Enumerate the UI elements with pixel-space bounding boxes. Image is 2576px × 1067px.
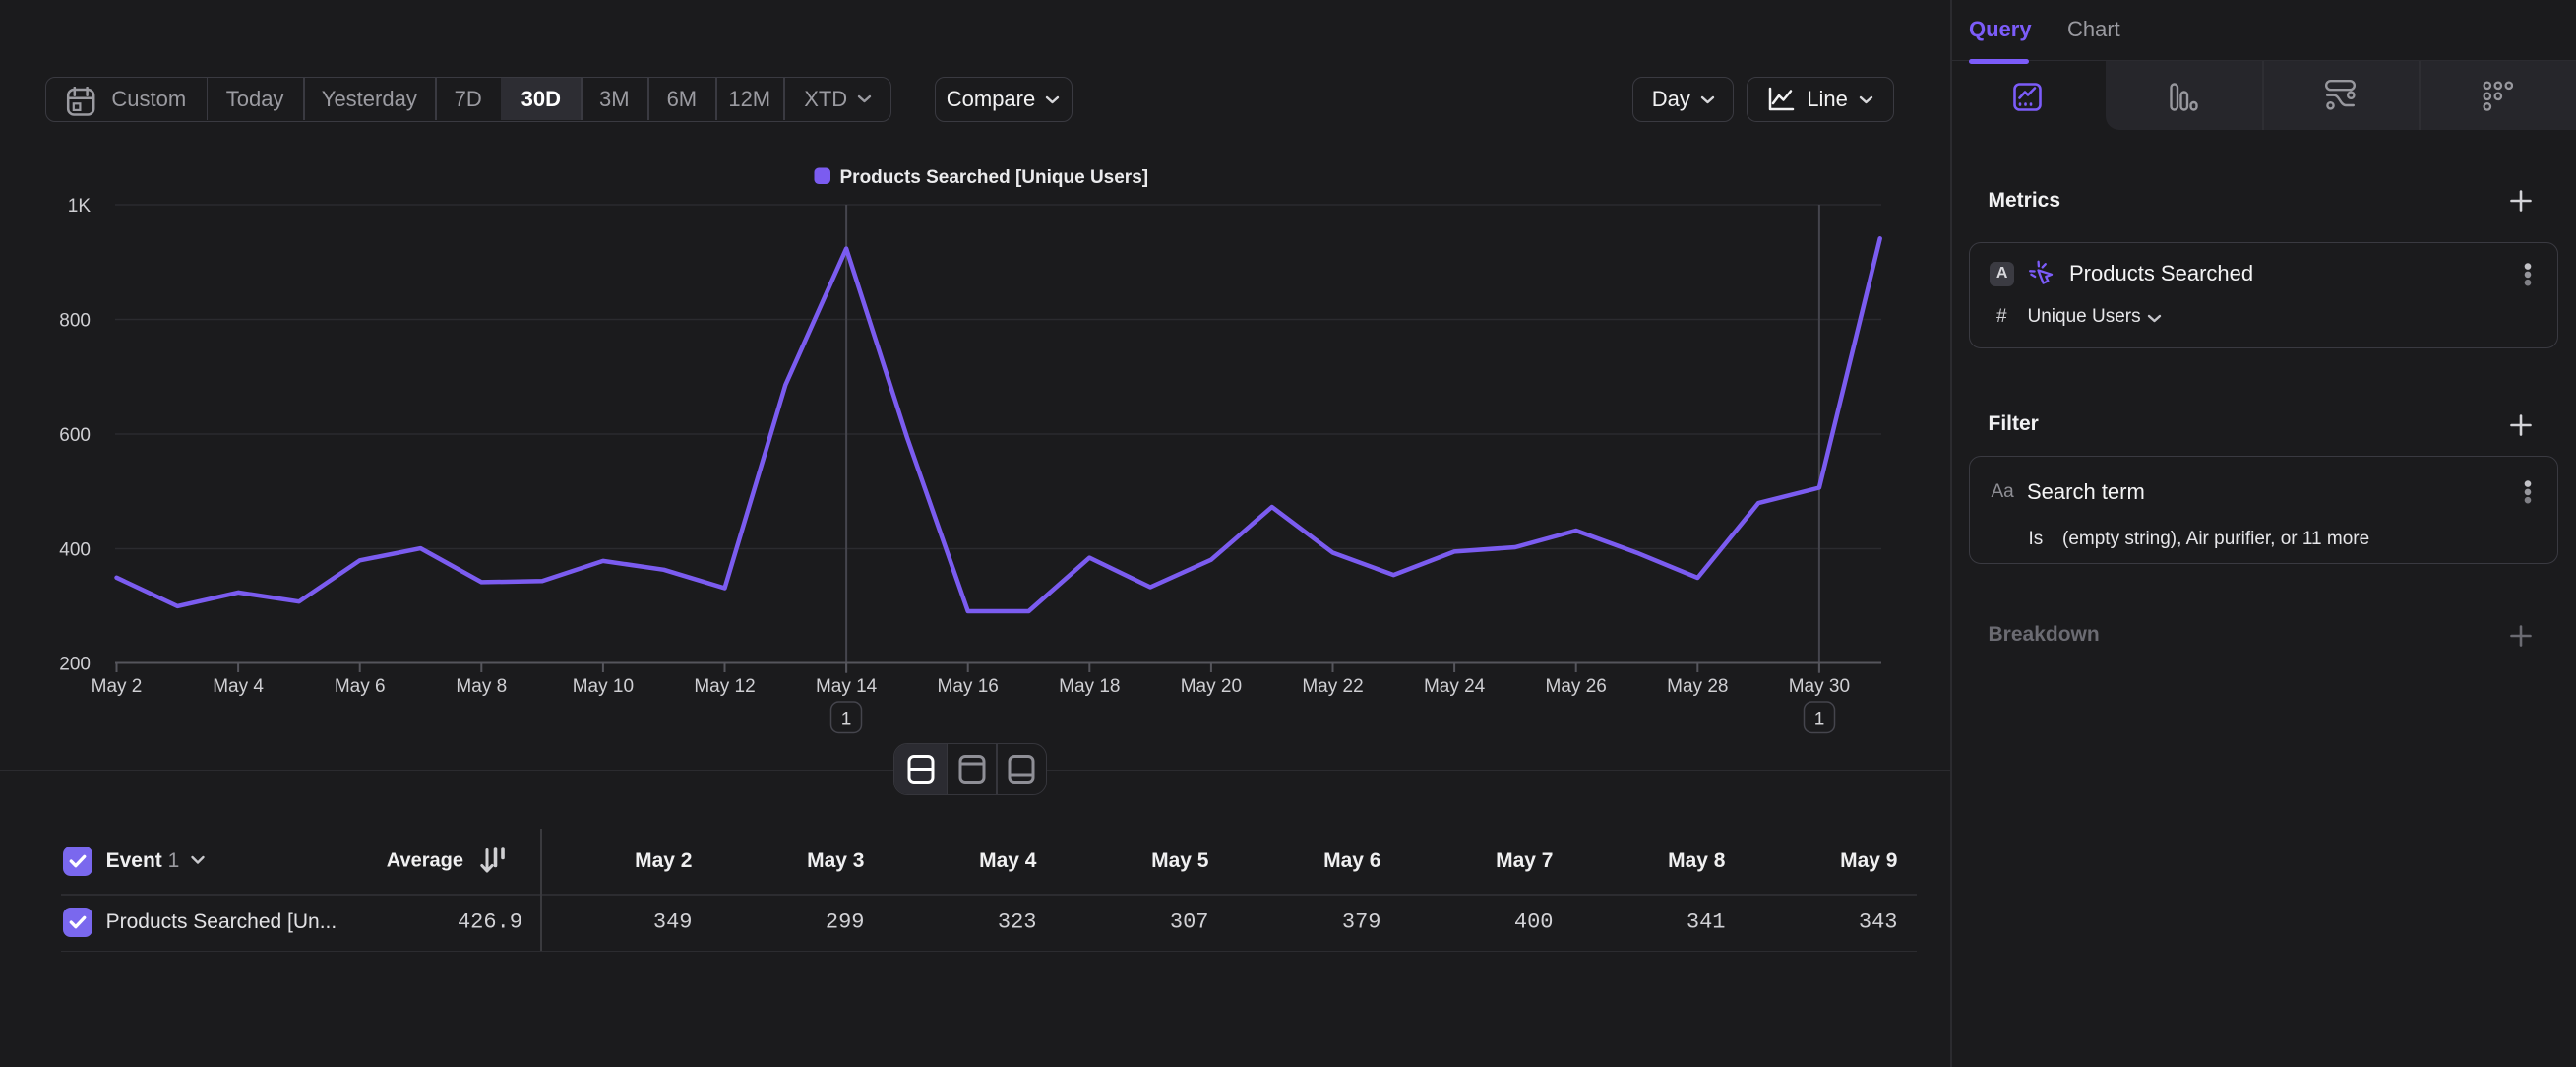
svg-text:May 22: May 22 <box>1302 676 1363 697</box>
svg-text:800: 800 <box>59 311 91 332</box>
svg-text:May 14: May 14 <box>816 676 878 697</box>
svg-text:Products Searched [Unique User: Products Searched [Unique Users] <box>840 167 1149 188</box>
svg-text:May 28: May 28 <box>1667 676 1728 697</box>
svg-text:May 30: May 30 <box>1789 676 1850 697</box>
svg-text:May 6: May 6 <box>335 676 386 697</box>
svg-text:May 24: May 24 <box>1424 676 1486 697</box>
svg-text:600: 600 <box>59 425 91 446</box>
svg-text:May 10: May 10 <box>573 676 634 697</box>
svg-text:May 20: May 20 <box>1181 676 1242 697</box>
svg-text:May 16: May 16 <box>938 676 999 697</box>
svg-text:1: 1 <box>1814 710 1825 730</box>
svg-text:May 4: May 4 <box>213 676 264 697</box>
svg-text:1: 1 <box>841 710 852 730</box>
svg-text:May 18: May 18 <box>1059 676 1120 697</box>
svg-text:1K: 1K <box>68 196 92 217</box>
svg-text:200: 200 <box>59 655 91 675</box>
svg-text:May 2: May 2 <box>92 676 143 697</box>
svg-text:May 12: May 12 <box>694 676 755 697</box>
svg-text:May 26: May 26 <box>1546 676 1607 697</box>
svg-text:400: 400 <box>59 540 91 561</box>
svg-text:May 8: May 8 <box>456 676 507 697</box>
